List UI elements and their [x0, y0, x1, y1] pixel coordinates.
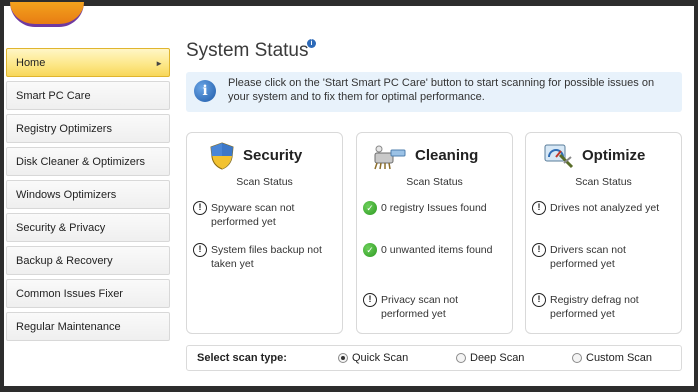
window-frame-top: [0, 0, 698, 6]
banner-text: Please click on the 'Start Smart PC Care…: [228, 77, 655, 103]
sidebar-item-smart-pc-care[interactable]: Smart PC Care: [6, 81, 170, 110]
sidebar-item-label: Disk Cleaner & Optimizers: [16, 156, 145, 168]
status-text: Drivers scan not performed yet: [550, 244, 626, 270]
cleaning-card: Cleaning Scan Status ✓ 0 registry Issues…: [356, 132, 513, 334]
scan-type-label: Select scan type:: [197, 352, 287, 364]
radio-label[interactable]: Custom Scan: [586, 352, 652, 364]
sidebar-item-label: Regular Maintenance: [16, 321, 121, 333]
sidebar-item-regular-maintenance[interactable]: Regular Maintenance: [6, 312, 170, 341]
sidebar-item-label: Backup & Recovery: [16, 255, 113, 267]
status-text: Registry defrag not performed yet: [550, 294, 639, 320]
window-frame-right: [694, 0, 698, 392]
radio-dot[interactable]: [572, 353, 582, 363]
sidebar-item-label: Windows Optimizers: [16, 189, 117, 201]
warning-icon: !: [193, 243, 207, 257]
radio-label[interactable]: Quick Scan: [352, 352, 408, 364]
radio-dot[interactable]: [456, 353, 466, 363]
info-icon[interactable]: i: [307, 39, 316, 48]
sidebar-item-disk-cleaner[interactable]: Disk Cleaner & Optimizers: [6, 147, 170, 176]
chevron-right-icon: ►: [155, 59, 163, 68]
card-title: Cleaning: [415, 147, 479, 164]
page-title: System Status: [186, 40, 309, 61]
card-header: Cleaning: [357, 139, 512, 173]
radio-dot[interactable]: [338, 353, 348, 363]
sidebar-item-security-privacy[interactable]: Security & Privacy: [6, 213, 170, 242]
warning-icon: !: [532, 293, 546, 307]
card-subtitle: Scan Status: [406, 176, 463, 188]
checkmark-icon: ✓: [363, 201, 377, 215]
card-title: Optimize: [582, 147, 646, 164]
speedometer-icon: [542, 141, 574, 171]
optimize-card: Optimize Scan Status ! Drives not analyz…: [525, 132, 682, 334]
status-text: System files backup not taken yet: [211, 244, 322, 270]
security-card: Security Scan Status ! Spyware scan not …: [186, 132, 343, 334]
broom-icon: [373, 141, 406, 171]
sidebar-item-backup-recovery[interactable]: Backup & Recovery: [6, 246, 170, 275]
sidebar-item-registry-optimizers[interactable]: Registry Optimizers: [6, 114, 170, 143]
card-subtitle: Scan Status: [575, 176, 632, 188]
shield-icon: [207, 141, 237, 171]
status-text: 0 unwanted items found: [381, 244, 493, 256]
card-header: Optimize: [526, 139, 681, 173]
info-icon: i: [194, 80, 216, 102]
sidebar-item-windows-optimizers[interactable]: Windows Optimizers: [6, 180, 170, 209]
card-subtitle: Scan Status: [236, 176, 293, 188]
status-text: Privacy scan not performed yet: [381, 294, 459, 320]
card-title: Security: [243, 147, 303, 164]
window-frame-bottom: [0, 386, 698, 392]
radio-label[interactable]: Deep Scan: [470, 352, 524, 364]
sidebar-item-label: Home: [16, 57, 46, 69]
status-text: 0 registry Issues found: [381, 202, 487, 214]
sidebar-item-home[interactable]: Home ►: [6, 48, 170, 77]
status-text: Spyware scan not performed yet: [211, 202, 295, 228]
app-logo: [10, 2, 84, 27]
sidebar-item-label: Security & Privacy: [16, 222, 106, 234]
status-text: Drives not analyzed yet: [550, 202, 660, 214]
sidebar-item-label: Registry Optimizers: [16, 123, 112, 135]
warning-icon: !: [193, 201, 207, 215]
sidebar-nav: Home ► Smart PC Care Registry Optimizers…: [6, 48, 170, 345]
sidebar-item-label: Common Issues Fixer: [16, 288, 123, 300]
warning-icon: !: [363, 293, 377, 307]
info-banner: i Please click on the 'Start Smart PC Ca…: [186, 72, 682, 112]
warning-icon: !: [532, 243, 546, 257]
card-header: Security: [187, 139, 342, 173]
window-frame-left: [0, 0, 4, 392]
checkmark-icon: ✓: [363, 243, 377, 257]
warning-icon: !: [532, 201, 546, 215]
scan-type-bar: Select scan type: Quick Scan Deep Scan C…: [186, 345, 682, 371]
sidebar-item-label: Smart PC Care: [16, 90, 91, 102]
sidebar-item-common-issues-fixer[interactable]: Common Issues Fixer: [6, 279, 170, 308]
